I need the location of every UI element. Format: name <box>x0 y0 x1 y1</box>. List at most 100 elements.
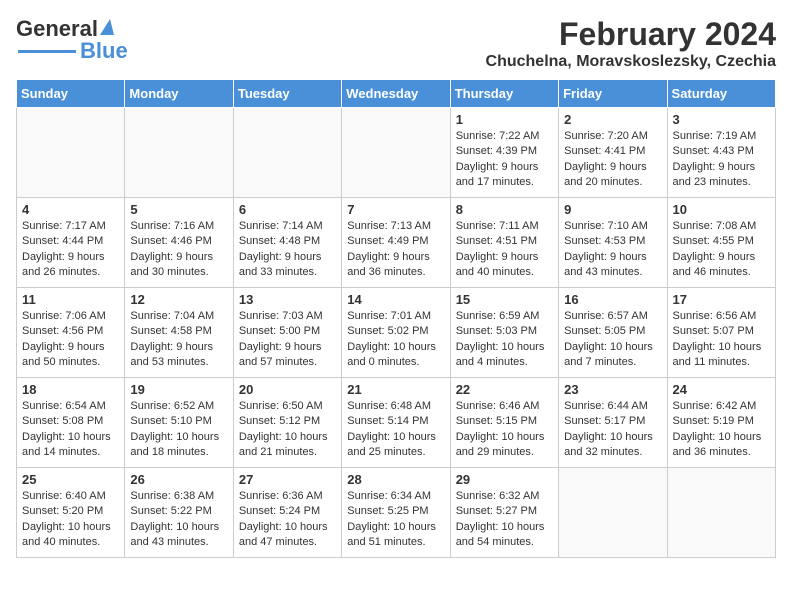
calendar-cell <box>17 108 125 198</box>
day-info: Sunrise: 7:08 AMSunset: 4:55 PMDaylight:… <box>673 219 770 281</box>
weekday-monday: Monday <box>125 80 233 108</box>
calendar-cell: 20Sunrise: 6:50 AMSunset: 5:12 PMDayligh… <box>233 378 341 468</box>
calendar-cell: 16 Sunrise: 6:57 AMSunset: 5:05 PMDayligh… <box>559 288 667 378</box>
calendar-cell: 11 Sunrise: 7:06 AMSunset: 4:56 PMDayligh… <box>17 288 125 378</box>
day-number: 10 <box>673 202 770 217</box>
calendar-cell: 5Sunrise: 7:16 AMSunset: 4:46 PMDaylight… <box>125 198 233 288</box>
week-row-4: 25 Sunrise: 6:40 AMSunset: 5:20 PMDayligh… <box>17 468 776 558</box>
day-number: 29 <box>456 472 553 487</box>
day-number: 24 <box>673 382 770 397</box>
weekday-tuesday: Tuesday <box>233 80 341 108</box>
day-info: Sunrise: 6:44 AMSunset: 5:17 PMDaylight:… <box>564 399 661 461</box>
weekday-thursday: Thursday <box>450 80 558 108</box>
day-number: 23 <box>564 382 661 397</box>
day-number: 9 <box>564 202 661 217</box>
day-number: 2 <box>564 112 661 127</box>
calendar-cell <box>233 108 341 198</box>
calendar-cell <box>125 108 233 198</box>
calendar-cell <box>559 468 667 558</box>
day-info: Sunrise: 6:54 AMSunset: 5:08 PMDaylight:… <box>22 399 119 461</box>
day-info: Sunrise: 6:32 AMSunset: 5:27 PMDaylight:… <box>456 489 553 551</box>
calendar-cell: 3 Sunrise: 7:19 AMSunset: 4:43 PMDaylight… <box>667 108 775 198</box>
day-info: Sunrise: 6:52 AMSunset: 5:10 PMDaylight:… <box>130 399 227 461</box>
calendar-cell: 25 Sunrise: 6:40 AMSunset: 5:20 PMDayligh… <box>17 468 125 558</box>
day-info: Sunrise: 7:06 AMSunset: 4:56 PMDaylight:… <box>22 309 119 371</box>
calendar-cell: 14Sunrise: 7:01 AMSunset: 5:02 PMDayligh… <box>342 288 450 378</box>
week-row-3: 18 Sunrise: 6:54 AMSunset: 5:08 PMDayligh… <box>17 378 776 468</box>
calendar-table: SundayMondayTuesdayWednesdayThursdayFrid… <box>16 79 776 558</box>
weekday-header-row: SundayMondayTuesdayWednesdayThursdayFrid… <box>17 80 776 108</box>
day-info: Sunrise: 7:22 AMSunset: 4:39 PMDaylight:… <box>456 129 553 191</box>
calendar-cell: 29 Sunrise: 6:32 AMSunset: 5:27 PMDayligh… <box>450 468 558 558</box>
calendar-cell: 24 Sunrise: 6:42 AMSunset: 5:19 PMDayligh… <box>667 378 775 468</box>
calendar-cell: 4Sunrise: 7:17 AMSunset: 4:44 PMDaylight… <box>17 198 125 288</box>
calendar-cell: 2 Sunrise: 7:20 AMSunset: 4:41 PMDaylight… <box>559 108 667 198</box>
calendar-cell: 1 Sunrise: 7:22 AMSunset: 4:39 PMDaylight… <box>450 108 558 198</box>
week-row-2: 11 Sunrise: 7:06 AMSunset: 4:56 PMDayligh… <box>17 288 776 378</box>
day-number: 11 <box>22 292 119 307</box>
day-info: Sunrise: 7:14 AMSunset: 4:48 PMDaylight:… <box>239 219 336 281</box>
month-year-title: February 2024 <box>486 16 776 53</box>
day-info: Sunrise: 6:59 AMSunset: 5:03 PMDaylight:… <box>456 309 553 371</box>
calendar-cell: 28 Sunrise: 6:34 AMSunset: 5:25 PMDayligh… <box>342 468 450 558</box>
day-info: Sunrise: 7:11 AMSunset: 4:51 PMDaylight:… <box>456 219 553 281</box>
day-number: 7 <box>347 202 444 217</box>
day-info: Sunrise: 6:50 AMSunset: 5:12 PMDaylight:… <box>239 399 336 461</box>
calendar-cell <box>667 468 775 558</box>
location-subtitle: Chuchelna, Moravskoslezsky, Czechia <box>486 53 776 71</box>
calendar-cell: 13Sunrise: 7:03 AMSunset: 5:00 PMDayligh… <box>233 288 341 378</box>
day-number: 18 <box>22 382 119 397</box>
title-block: February 2024 Chuchelna, Moravskoslezsky… <box>486 16 776 71</box>
day-number: 25 <box>22 472 119 487</box>
day-info: Sunrise: 6:46 AMSunset: 5:15 PMDaylight:… <box>456 399 553 461</box>
day-info: Sunrise: 6:38 AMSunset: 5:22 PMDaylight:… <box>130 489 227 551</box>
day-info: Sunrise: 7:19 AMSunset: 4:43 PMDaylight:… <box>673 129 770 191</box>
calendar-cell: 18 Sunrise: 6:54 AMSunset: 5:08 PMDayligh… <box>17 378 125 468</box>
weekday-saturday: Saturday <box>667 80 775 108</box>
day-number: 22 <box>456 382 553 397</box>
week-row-0: 1 Sunrise: 7:22 AMSunset: 4:39 PMDaylight… <box>17 108 776 198</box>
calendar-cell: 27Sunrise: 6:36 AMSunset: 5:24 PMDayligh… <box>233 468 341 558</box>
calendar-cell: 8 Sunrise: 7:11 AMSunset: 4:51 PMDaylight… <box>450 198 558 288</box>
day-number: 12 <box>130 292 227 307</box>
day-number: 3 <box>673 112 770 127</box>
day-number: 16 <box>564 292 661 307</box>
calendar-cell: 23 Sunrise: 6:44 AMSunset: 5:17 PMDayligh… <box>559 378 667 468</box>
day-info: Sunrise: 6:42 AMSunset: 5:19 PMDaylight:… <box>673 399 770 461</box>
calendar-cell: 12 Sunrise: 7:04 AMSunset: 4:58 PMDayligh… <box>125 288 233 378</box>
day-info: Sunrise: 7:20 AMSunset: 4:41 PMDaylight:… <box>564 129 661 191</box>
weekday-sunday: Sunday <box>17 80 125 108</box>
calendar-cell: 19Sunrise: 6:52 AMSunset: 5:10 PMDayligh… <box>125 378 233 468</box>
logo: General Blue <box>16 16 128 64</box>
day-number: 1 <box>456 112 553 127</box>
calendar-cell: 9 Sunrise: 7:10 AMSunset: 4:53 PMDaylight… <box>559 198 667 288</box>
day-number: 28 <box>347 472 444 487</box>
calendar-cell: 10 Sunrise: 7:08 AMSunset: 4:55 PMDayligh… <box>667 198 775 288</box>
weekday-friday: Friday <box>559 80 667 108</box>
calendar-cell: 17 Sunrise: 6:56 AMSunset: 5:07 PMDayligh… <box>667 288 775 378</box>
calendar-cell: 21 Sunrise: 6:48 AMSunset: 5:14 PMDayligh… <box>342 378 450 468</box>
calendar-cell <box>342 108 450 198</box>
day-number: 26 <box>130 472 227 487</box>
logo-blue: Blue <box>80 38 128 64</box>
day-info: Sunrise: 6:36 AMSunset: 5:24 PMDaylight:… <box>239 489 336 551</box>
day-info: Sunrise: 7:10 AMSunset: 4:53 PMDaylight:… <box>564 219 661 281</box>
day-info: Sunrise: 6:48 AMSunset: 5:14 PMDaylight:… <box>347 399 444 461</box>
day-info: Sunrise: 7:01 AMSunset: 5:02 PMDaylight:… <box>347 309 444 371</box>
day-number: 21 <box>347 382 444 397</box>
day-number: 17 <box>673 292 770 307</box>
calendar-cell: 22 Sunrise: 6:46 AMSunset: 5:15 PMDayligh… <box>450 378 558 468</box>
day-info: Sunrise: 6:40 AMSunset: 5:20 PMDaylight:… <box>22 489 119 551</box>
day-number: 4 <box>22 202 119 217</box>
day-info: Sunrise: 6:57 AMSunset: 5:05 PMDaylight:… <box>564 309 661 371</box>
day-info: Sunrise: 6:56 AMSunset: 5:07 PMDaylight:… <box>673 309 770 371</box>
day-number: 15 <box>456 292 553 307</box>
weekday-wednesday: Wednesday <box>342 80 450 108</box>
calendar-cell: 6Sunrise: 7:14 AMSunset: 4:48 PMDaylight… <box>233 198 341 288</box>
day-info: Sunrise: 7:04 AMSunset: 4:58 PMDaylight:… <box>130 309 227 371</box>
day-number: 8 <box>456 202 553 217</box>
page-header: General Blue February 2024 Chuchelna, Mo… <box>16 16 776 71</box>
calendar-body: 1 Sunrise: 7:22 AMSunset: 4:39 PMDaylight… <box>17 108 776 558</box>
week-row-1: 4Sunrise: 7:17 AMSunset: 4:44 PMDaylight… <box>17 198 776 288</box>
day-info: Sunrise: 6:34 AMSunset: 5:25 PMDaylight:… <box>347 489 444 551</box>
